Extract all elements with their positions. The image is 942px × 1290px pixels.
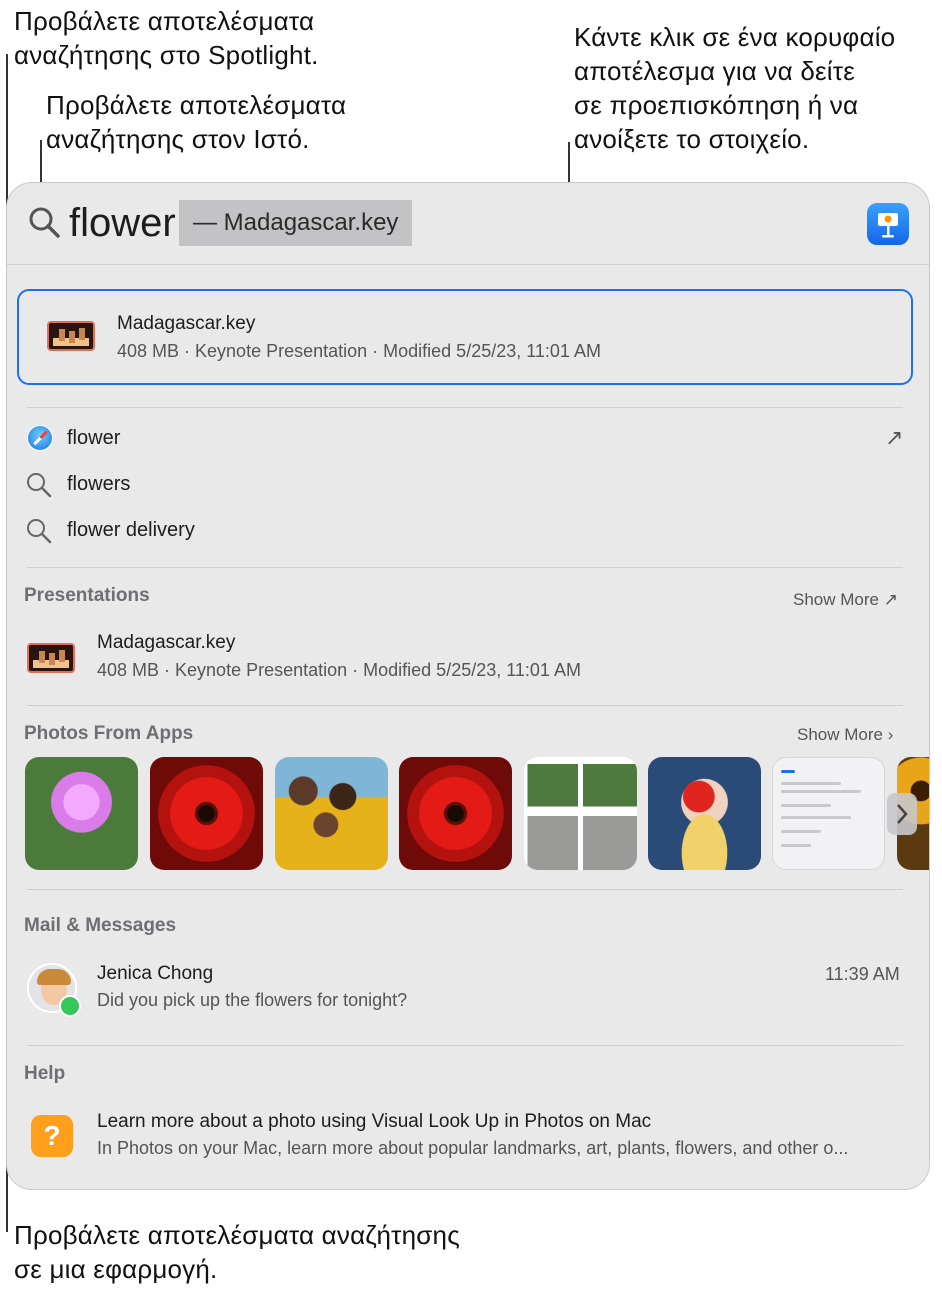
divider (27, 1045, 903, 1046)
magnifier-icon (27, 519, 52, 544)
show-more-photos[interactable]: Show More › (797, 725, 893, 745)
section-header-mail: Mail & Messages (24, 915, 177, 936)
keynote-icon (867, 203, 909, 245)
magnifier-icon (29, 207, 60, 238)
callout-spotlight: Προβάλετε αποτελέσματα αναζήτησης στο Sp… (14, 6, 319, 70)
help-icon (31, 1115, 73, 1157)
keynote-thumbnail (47, 321, 95, 351)
chevron-right-icon[interactable] (887, 793, 917, 835)
divider (27, 705, 903, 706)
photo-thumbnail[interactable] (25, 757, 138, 870)
help-title: Learn more about a photo using Visual Lo… (97, 1111, 652, 1132)
search-query[interactable]: flower (69, 199, 176, 247)
web-result-label: flower delivery (67, 519, 195, 541)
magnifier-icon (27, 473, 52, 498)
open-arrow-icon[interactable]: ↗ (885, 425, 903, 451)
section-header-photos: Photos From Apps (24, 723, 194, 744)
divider (27, 407, 903, 408)
top-hit-result[interactable]: Madagascar.key 408 MB · Keynote Presenta… (17, 289, 913, 385)
presentation-title: Madagascar.key (97, 632, 236, 653)
search-bar: flower — Madagascar.key (7, 183, 929, 265)
message-sender: Jenica Chong (97, 963, 214, 984)
callout-web: Προβάλετε αποτελέσματα αναζήτησης στον Ι… (46, 90, 347, 154)
message-time: 11:39 AM (825, 964, 900, 984)
messages-icon (59, 995, 81, 1017)
help-preview: In Photos on your Mac, learn more about … (97, 1138, 849, 1158)
message-preview: Did you pick up the flowers for tonight? (97, 990, 408, 1010)
web-result-label: flower (67, 427, 121, 449)
top-hit-title: Madagascar.key (117, 313, 256, 334)
divider (27, 889, 903, 890)
presentation-details: 408 MB · Keynote Presentation · Modified… (97, 660, 581, 680)
photo-thumbnail[interactable] (524, 757, 637, 870)
safari-icon (27, 425, 53, 451)
photo-thumbnail[interactable] (648, 757, 761, 870)
keynote-thumbnail (27, 643, 75, 673)
section-header-presentations: Presentations (24, 585, 150, 606)
show-more-presentations[interactable]: Show More ↗ (793, 590, 898, 610)
search-completion: — Madagascar.key (179, 200, 413, 246)
web-result-label: flowers (67, 473, 131, 495)
photo-thumbnail[interactable] (399, 757, 512, 870)
callout-app: Προβάλετε αποτελέσματα αναζήτησης σε μια… (14, 1220, 460, 1284)
top-hit-details: 408 MB · Keynote Presentation · Modified… (117, 341, 601, 361)
photo-thumbnail[interactable] (275, 757, 388, 870)
callout-top-hit: Κάντε κλικ σε ένα κορυφαίο αποτέλεσμα γι… (574, 22, 896, 154)
section-header-help: Help (24, 1063, 66, 1084)
photo-thumbnail[interactable] (772, 757, 885, 870)
divider (27, 567, 903, 568)
spotlight-window: flower — Madagascar.key Madagascar.key 4… (6, 182, 930, 1190)
photo-thumbnail[interactable] (150, 757, 263, 870)
